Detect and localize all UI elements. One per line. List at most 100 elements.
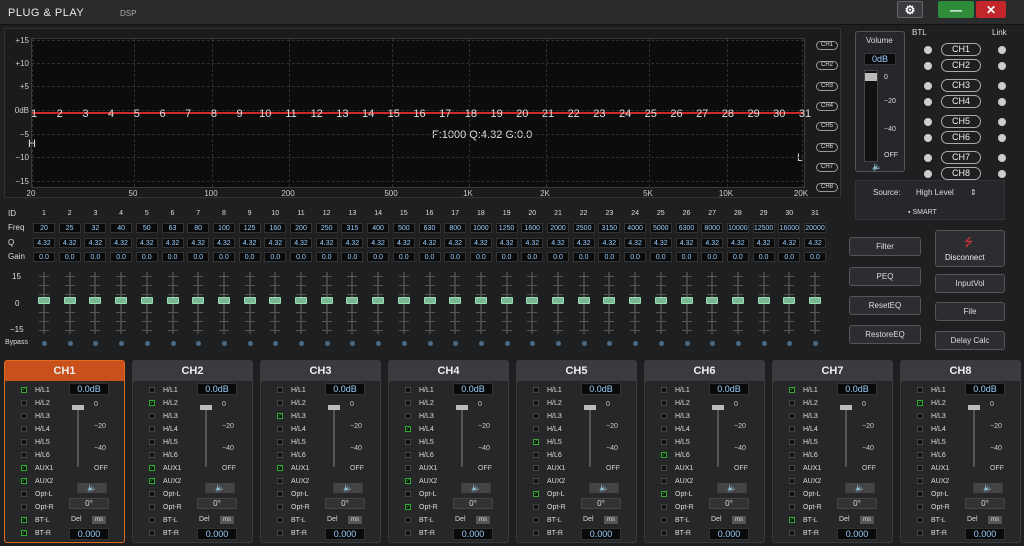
eq-fader[interactable] xyxy=(598,270,620,336)
eq-fader[interactable] xyxy=(521,270,543,336)
freq-field[interactable]: 2000 xyxy=(547,223,569,233)
freq-field[interactable]: 20 xyxy=(33,223,55,233)
channel-input-row[interactable]: H/L1 xyxy=(405,385,434,395)
freq-field[interactable]: 100 xyxy=(212,223,235,233)
gain-field[interactable]: 0.0 xyxy=(572,252,595,262)
freq-field[interactable]: 630 xyxy=(418,223,441,233)
channel-gain-value[interactable]: 0.0dB xyxy=(197,383,237,395)
delay-value[interactable]: 0.000 xyxy=(197,528,237,540)
channel-input-row[interactable]: BT-R xyxy=(149,528,179,538)
channel-input-row[interactable]: H/L5 xyxy=(789,437,818,447)
q-field[interactable]: 4.32 xyxy=(521,238,544,248)
checkbox[interactable]: ✓ xyxy=(277,413,283,419)
checkbox[interactable] xyxy=(533,426,539,432)
fader-knob[interactable] xyxy=(423,297,436,304)
channel-fader[interactable]: 0 −20 −40 OFF xyxy=(709,401,759,473)
checkbox[interactable] xyxy=(149,530,155,536)
eq-fader[interactable] xyxy=(624,270,646,336)
channel-input-row[interactable]: AUX1 xyxy=(533,463,565,473)
checkbox[interactable] xyxy=(789,452,795,458)
eq-band-marker[interactable]: 28 xyxy=(722,108,734,120)
eq-band-marker[interactable]: 18 xyxy=(465,108,477,120)
channel-input-row[interactable]: BT-R xyxy=(405,528,435,538)
channel-input-row[interactable]: H/L5 xyxy=(661,437,690,447)
bypass-dot[interactable] xyxy=(530,341,536,346)
disconnect-button[interactable]: ⭍ Disconnect xyxy=(935,230,1005,267)
checkbox[interactable] xyxy=(661,387,667,393)
channel-input-row[interactable]: Opt-L xyxy=(149,489,181,499)
gain-field[interactable]: 0.0 xyxy=(547,252,569,262)
btl-dot[interactable] xyxy=(924,134,932,142)
fader-knob[interactable] xyxy=(712,405,724,410)
channel-card[interactable]: CH6 H/L1 H/L2 H/L3 H/L4 H/L5 ✓ H/L6 AUX1 AUX2 ✓ Opt… xyxy=(644,360,765,543)
graph-channel-tag[interactable]: CH8 xyxy=(816,183,838,193)
bypass-dot[interactable] xyxy=(684,341,690,346)
eq-band-marker[interactable]: 22 xyxy=(568,108,580,120)
fader-knob[interactable] xyxy=(89,297,102,304)
q-field[interactable]: 4.32 xyxy=(752,238,775,248)
channel-input-row[interactable]: ✓ H/L3 xyxy=(277,411,306,421)
gain-field[interactable]: 0.0 xyxy=(469,252,492,262)
graph-channel-tag[interactable]: CH1 xyxy=(816,41,838,50)
delay-value[interactable]: 0.000 xyxy=(581,528,621,540)
eq-fader[interactable] xyxy=(753,270,775,336)
restore-eq-button[interactable]: RestoreEQ xyxy=(849,325,921,344)
q-field[interactable]: 4.32 xyxy=(264,238,287,248)
fader-knob[interactable] xyxy=(629,297,642,304)
channel-input-row[interactable]: H/L4 xyxy=(21,424,50,434)
channel-gain-value[interactable]: 0.0dB xyxy=(965,383,1005,395)
btl-channel-pill[interactable]: CH7 xyxy=(941,151,981,164)
freq-field[interactable]: 800 xyxy=(444,223,467,233)
channel-input-row[interactable]: BT-R xyxy=(661,528,691,538)
channel-input-row[interactable]: ✓ H/L2 xyxy=(917,398,946,408)
q-field[interactable]: 4.32 xyxy=(110,238,133,248)
bypass-dot[interactable] xyxy=(478,341,484,346)
eq-band-marker[interactable]: 29 xyxy=(747,108,759,120)
delay-unit-button[interactable]: ms xyxy=(348,516,362,524)
channel-input-row[interactable]: AUX1 xyxy=(789,463,821,473)
gain-field[interactable]: 0.0 xyxy=(341,252,364,262)
link-dot[interactable] xyxy=(998,62,1006,70)
channel-input-row[interactable]: H/L6 xyxy=(917,450,946,460)
eq-band-marker[interactable]: 6 xyxy=(159,108,165,120)
q-field[interactable]: 4.32 xyxy=(84,238,107,248)
checkbox[interactable] xyxy=(917,517,923,523)
q-field[interactable]: 4.32 xyxy=(572,238,595,248)
bypass-dot[interactable] xyxy=(196,341,202,346)
checkbox[interactable]: ✓ xyxy=(21,517,27,523)
link-dot[interactable] xyxy=(998,82,1006,90)
checkbox[interactable] xyxy=(789,491,795,497)
q-field[interactable]: 4.32 xyxy=(624,238,647,248)
fader-knob[interactable] xyxy=(968,405,980,410)
freq-field[interactable]: 40 xyxy=(110,223,133,233)
checkbox[interactable] xyxy=(277,504,283,510)
q-field[interactable]: 4.32 xyxy=(649,238,672,248)
eq-band-marker[interactable]: 8 xyxy=(211,108,217,120)
channel-input-row[interactable]: H/L4 xyxy=(533,424,562,434)
checkbox[interactable] xyxy=(917,478,923,484)
channel-input-row[interactable]: ✓ Opt-L xyxy=(533,489,565,499)
freq-field[interactable]: 1600 xyxy=(521,223,544,233)
channel-input-row[interactable]: ✓ H/L4 xyxy=(405,424,434,434)
checkbox[interactable]: ✓ xyxy=(789,517,795,523)
channel-input-row[interactable]: BT-L xyxy=(533,515,562,525)
channel-input-row[interactable]: Opt-L xyxy=(917,489,949,499)
channel-card[interactable]: CH8 H/L1 ✓ H/L2 H/L3 H/L4 H/L5 H/L6 AUX1 AUX2 Opt-… xyxy=(900,360,1021,543)
channel-fader[interactable]: 0 −20 −40 OFF xyxy=(197,401,247,473)
checkbox[interactable] xyxy=(533,478,539,484)
freq-field[interactable]: 3150 xyxy=(598,223,621,233)
channel-input-row[interactable]: BT-R xyxy=(277,528,307,538)
fader-knob[interactable] xyxy=(243,297,256,304)
eq-band-marker[interactable]: 9 xyxy=(237,108,243,120)
close-button[interactable]: ✕ xyxy=(976,1,1006,18)
eq-fader[interactable] xyxy=(778,270,800,336)
checkbox[interactable] xyxy=(533,413,539,419)
volume-mute-icon[interactable]: 🔈 xyxy=(872,162,882,171)
checkbox[interactable] xyxy=(21,504,27,510)
eq-band-marker[interactable]: 13 xyxy=(336,108,348,120)
gain-field[interactable]: 0.0 xyxy=(726,252,749,262)
channel-input-row[interactable]: H/L2 xyxy=(533,398,562,408)
phase-field[interactable]: 0° xyxy=(453,498,493,509)
fader-knob[interactable] xyxy=(328,405,340,410)
channel-input-row[interactable]: H/L5 xyxy=(917,437,946,447)
